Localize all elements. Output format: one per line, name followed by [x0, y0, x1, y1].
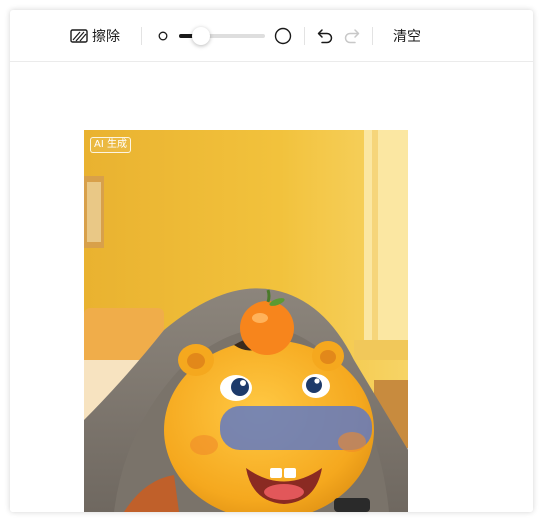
erase-button[interactable]: 擦除 — [70, 25, 120, 47]
undo-button[interactable] — [316, 26, 334, 44]
erase-label: 擦除 — [92, 29, 120, 45]
toolbar: 擦除 清空 — [10, 10, 533, 62]
toolbar-divider — [141, 27, 142, 45]
clear-button[interactable]: 清空 — [393, 26, 421, 46]
brush-large-icon[interactable] — [274, 27, 292, 45]
edit-image[interactable]: AI 生成 — [84, 130, 408, 512]
undo-icon — [316, 26, 334, 44]
eraser-icon — [70, 28, 88, 44]
editor-panel: 擦除 清空 AI 生成 — [10, 10, 533, 512]
brush-small-icon[interactable] — [158, 31, 168, 41]
redo-button[interactable] — [343, 26, 361, 44]
brush-size-slider-thumb[interactable] — [192, 27, 210, 45]
canvas-area[interactable]: AI 生成 — [10, 63, 533, 512]
ai-generated-badge: AI 生成 — [90, 137, 131, 153]
cartoon-hippo-image — [84, 130, 408, 512]
toolbar-divider — [304, 27, 305, 45]
brush-size-slider[interactable] — [179, 27, 265, 45]
toolbar-divider — [372, 27, 373, 45]
redo-icon — [343, 26, 361, 44]
